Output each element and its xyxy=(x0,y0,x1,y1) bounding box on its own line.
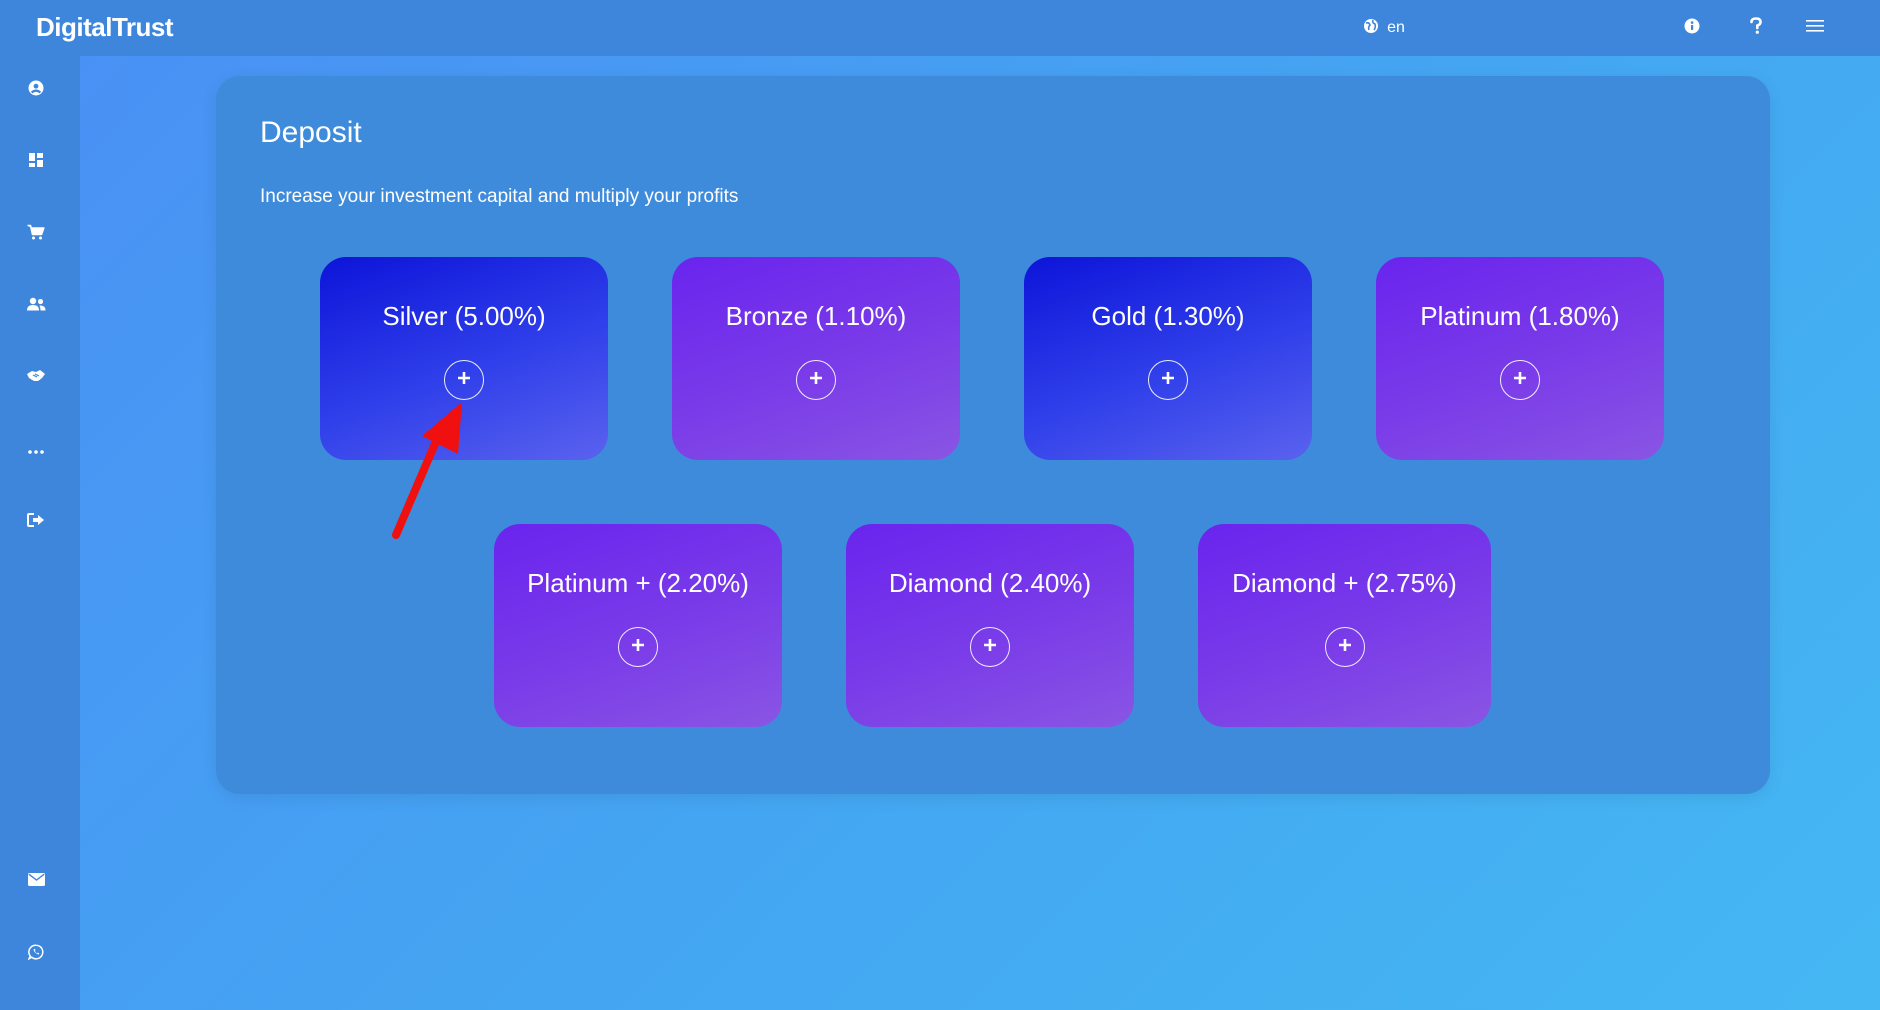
add-plan-button[interactable] xyxy=(1148,360,1188,400)
help-icon xyxy=(1749,16,1763,40)
sidebar-item-dashboard[interactable] xyxy=(20,146,52,178)
sidebar-item-whatsapp[interactable] xyxy=(20,938,52,970)
plan-card-platinum[interactable]: Platinum (1.80%) xyxy=(1376,257,1664,460)
plus-icon xyxy=(1338,638,1352,657)
plan-label: Bronze (1.10%) xyxy=(725,301,907,331)
logout-icon xyxy=(27,512,45,532)
plan-card-diamond-plus[interactable]: Diamond + (2.75%) xyxy=(1198,524,1491,727)
user-circle-icon xyxy=(28,80,44,101)
plus-icon xyxy=(631,638,645,657)
language-label: en xyxy=(1387,19,1405,36)
sidebar-item-more[interactable] xyxy=(20,434,52,466)
top-bar: DigitalTrust en xyxy=(0,0,1880,56)
help-button[interactable] xyxy=(1742,14,1770,42)
plan-label: Diamond (2.40%) xyxy=(888,568,1092,598)
sidebar-item-mail[interactable] xyxy=(20,866,52,898)
plus-icon xyxy=(457,371,471,390)
plus-icon xyxy=(983,638,997,657)
plan-label: Gold (1.30%) xyxy=(1091,301,1245,331)
add-plan-button[interactable] xyxy=(1500,360,1540,400)
plan-label: Silver (5.00%) xyxy=(382,301,546,331)
add-plan-button[interactable] xyxy=(618,627,658,667)
plan-label: Platinum + (2.20%) xyxy=(527,568,749,598)
menu-icon xyxy=(1806,19,1824,38)
page-subtitle: Increase your investment capital and mul… xyxy=(260,186,739,207)
plan-card-bronze[interactable]: Bronze (1.10%) xyxy=(672,257,960,460)
sidebar-item-team[interactable] xyxy=(20,290,52,322)
language-selector[interactable]: en xyxy=(1354,14,1414,42)
sidebar-item-shop[interactable] xyxy=(20,218,52,250)
plan-card-diamond[interactable]: Diamond (2.40%) xyxy=(846,524,1134,727)
add-plan-button[interactable] xyxy=(796,360,836,400)
info-button[interactable] xyxy=(1406,14,1434,42)
mail-icon xyxy=(27,873,45,891)
add-plan-button[interactable] xyxy=(970,627,1010,667)
plan-label: Platinum (1.80%) xyxy=(1420,301,1620,331)
cart-icon xyxy=(27,224,45,245)
plus-icon xyxy=(1513,371,1527,390)
ellipsis-icon xyxy=(28,441,44,459)
sidebar-item-profile[interactable] xyxy=(20,74,52,106)
globe-icon xyxy=(1363,18,1379,39)
users-icon xyxy=(26,297,46,316)
menu-button[interactable] xyxy=(1800,14,1830,42)
plan-card-platinum-plus[interactable]: Platinum + (2.20%) xyxy=(494,524,782,727)
dashboard-icon xyxy=(29,152,43,172)
info-button[interactable] xyxy=(1678,14,1706,42)
handshake-icon xyxy=(26,369,46,388)
plus-icon xyxy=(1161,371,1175,390)
plan-card-gold[interactable]: Gold (1.30%) xyxy=(1024,257,1312,460)
sidebar xyxy=(0,56,80,1010)
whatsapp-icon xyxy=(27,943,44,965)
page-title: Deposit xyxy=(260,116,362,149)
plus-icon xyxy=(809,371,823,390)
sidebar-item-handshake[interactable] xyxy=(20,362,52,394)
annotation-arrow xyxy=(392,402,462,539)
info-icon xyxy=(1684,18,1700,39)
brand-logo[interactable]: DigitalTrust xyxy=(36,12,174,43)
plan-label: Diamond + (2.75%) xyxy=(1232,568,1457,598)
add-plan-button[interactable] xyxy=(1324,627,1365,667)
sidebar-item-logout[interactable] xyxy=(20,506,52,538)
